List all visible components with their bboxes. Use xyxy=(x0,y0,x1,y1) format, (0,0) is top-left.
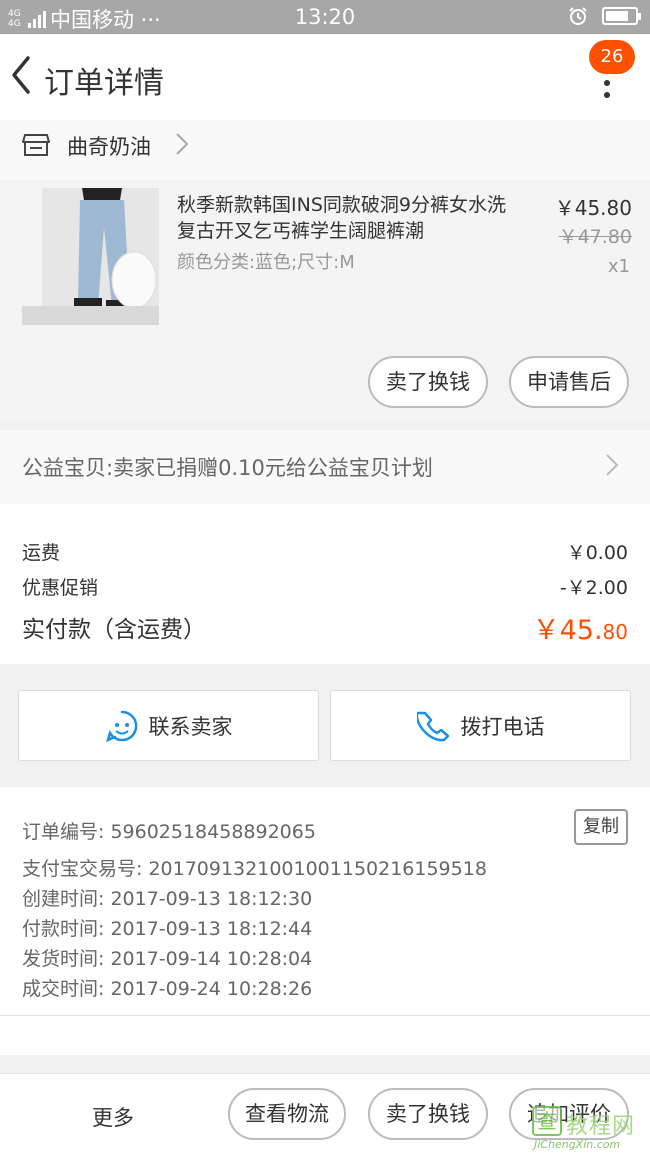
total-value-main: ￥45. xyxy=(532,615,603,646)
sell-for-cash-button[interactable]: 卖了换钱 xyxy=(368,356,488,408)
notification-badge: 26 xyxy=(589,40,635,74)
watermark-logo: 查 xyxy=(532,1106,562,1136)
call-phone-button[interactable]: 拨打电话 xyxy=(330,690,631,761)
phone-icon xyxy=(416,711,449,741)
product-spec: 颜色分类:蓝色;尺寸:M xyxy=(177,252,355,273)
watermark-text: 教程网 xyxy=(566,1114,636,1139)
product-title: 秋季新款韩国INS同款破洞9分裤女水洗复古开叉乞丐裤学生阔腿裤潮 xyxy=(177,194,506,242)
total-value-cents: 80 xyxy=(602,620,628,644)
product-card[interactable]: 秋季新款韩国INS同款破洞9分裤女水洗复古开叉乞丐裤学生阔腿裤潮 颜色分类:蓝色… xyxy=(0,180,650,420)
more-button[interactable]: 更多 xyxy=(92,1102,134,1132)
product-original-price: ￥47.80 xyxy=(558,226,632,248)
battery-icon xyxy=(602,7,641,25)
clock: 13:20 xyxy=(294,5,356,29)
apply-aftersale-button[interactable]: 申请售后 xyxy=(509,356,629,408)
status-right xyxy=(568,6,641,26)
alipay-trade-number: 支付宝交易号: 2017091321001001150216159518 xyxy=(22,858,487,880)
order-info: 订单编号: 59602518458892065 复制 支付宝交易号: 20170… xyxy=(0,787,650,1055)
call-phone-label: 拨打电话 xyxy=(460,714,545,739)
shipping-value: ￥0.00 xyxy=(566,542,628,564)
store-icon xyxy=(22,134,50,156)
divider xyxy=(0,1015,650,1016)
back-icon[interactable] xyxy=(6,52,36,98)
product-price: ￥45.80 xyxy=(554,196,632,220)
page-title: 订单详情 xyxy=(44,66,164,101)
site-watermark: 查 教程网 JiChengXin.com xyxy=(532,1106,644,1152)
chevron-right-icon xyxy=(176,133,189,155)
discount-label: 优惠促销 xyxy=(22,577,99,599)
shipping-row: 运费 ￥0.00 xyxy=(22,538,628,565)
charity-text: 公益宝贝:卖家已捐赠0.10元给公益宝贝计划 xyxy=(22,456,433,480)
chat-face-icon xyxy=(105,710,137,742)
copy-button[interactable]: 复制 xyxy=(574,809,628,845)
charity-row[interactable]: 公益宝贝:卖家已捐赠0.10元给公益宝贝计划 xyxy=(0,430,650,504)
contact-seller-label: 联系卖家 xyxy=(148,714,233,739)
total-value: ￥45.80 xyxy=(533,608,628,647)
chevron-right-icon xyxy=(606,454,619,476)
watermark-url: JiChengXin.com xyxy=(534,1138,621,1151)
contact-section: 联系卖家 拨打电话 xyxy=(0,680,650,770)
created-time: 创建时间: 2017-09-13 18:12:30 xyxy=(22,888,313,910)
total-label: 实付款（含运费） xyxy=(22,617,206,643)
sell-for-cash-button[interactable]: 卖了换钱 xyxy=(368,1088,488,1140)
shop-name: 曲奇奶油 xyxy=(67,135,151,159)
status-bar: 4G 4G 中国移动 ··· 13:20 xyxy=(0,0,650,34)
fee-summary: 运费 ￥0.00 优惠促销 -￥2.00 实付款（含运费） ￥45.80 xyxy=(0,504,650,664)
order-number: 订单编号: 59602518458892065 xyxy=(22,821,316,843)
view-logistics-button[interactable]: 查看物流 xyxy=(228,1088,346,1140)
paid-time: 付款时间: 2017-09-13 18:12:44 xyxy=(22,918,313,940)
alarm-icon xyxy=(569,7,587,25)
completed-time: 成交时间: 2017-09-24 10:28:26 xyxy=(22,978,313,1000)
shipped-time: 发货时间: 2017-09-14 10:28:04 xyxy=(22,948,313,970)
total-row: 实付款（含运费） ￥45.80 xyxy=(22,608,628,647)
nav-bar: 订单详情 26 xyxy=(0,34,650,120)
shipping-label: 运费 xyxy=(22,542,61,564)
shop-row[interactable]: 曲奇奶油 xyxy=(0,120,650,180)
product-image[interactable] xyxy=(22,188,159,325)
product-quantity: x1 xyxy=(607,256,630,277)
contact-seller-button[interactable]: 联系卖家 xyxy=(18,690,319,761)
discount-value: -￥2.00 xyxy=(559,577,628,599)
discount-row: 优惠促销 -￥2.00 xyxy=(22,573,628,600)
